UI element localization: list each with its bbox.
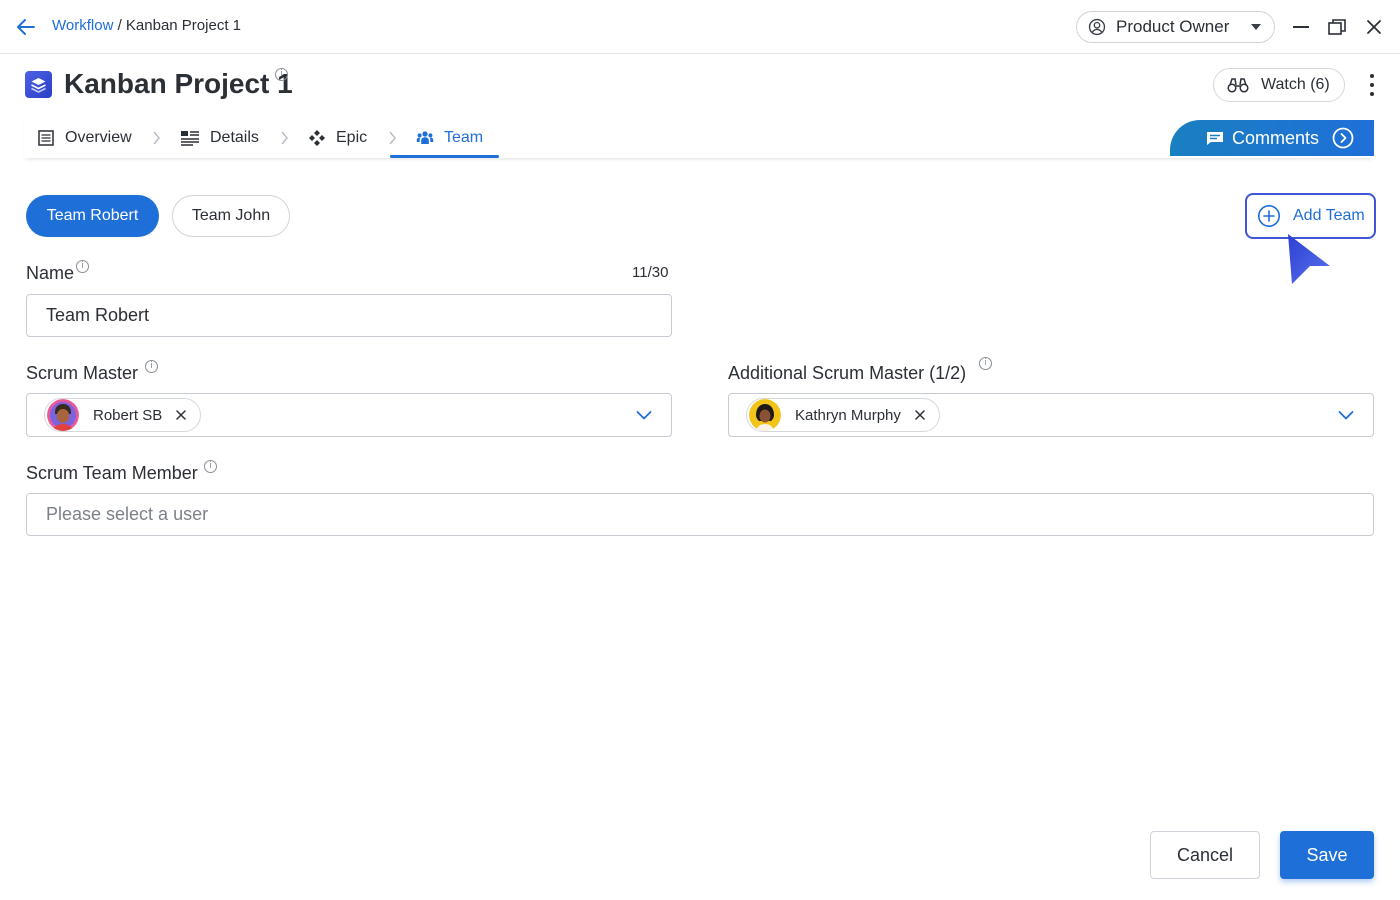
details-icon [181,131,199,146]
comments-button[interactable]: Comments [1170,120,1374,156]
user-chip: Kathryn Murphy [746,398,940,432]
info-icon[interactable]: i [979,357,992,370]
chevron-down-icon [636,411,652,420]
close-icon[interactable] [1363,16,1385,38]
additional-scrum-master-label: Additional Scrum Master (1/2) [728,363,967,383]
role-dropdown[interactable]: Product Owner [1076,11,1275,43]
avatar [749,399,781,431]
chevron-right-icon [153,131,160,145]
name-label: Name [26,263,75,283]
additional-scrum-master-select[interactable]: Kathryn Murphy [728,393,1374,437]
info-icon[interactable]: i [145,360,158,373]
binoculars-icon [1227,78,1249,93]
tab-label: Team [444,129,484,146]
tab-overview[interactable]: Overview [37,118,132,158]
comments-label: Comments [1232,127,1320,148]
remove-icon[interactable] [176,410,186,420]
scrum-master-label: Scrum Master [26,363,139,383]
scrum-team-member-label: Scrum Team Member [26,463,198,483]
tab-label: Overview [65,129,132,146]
scrum-team-member-input[interactable]: Please select a user [26,493,1374,536]
name-input[interactable]: Team Robert [26,294,672,337]
cancel-button[interactable]: Cancel [1150,831,1260,879]
team-pill-john[interactable]: Team John [172,195,290,237]
remove-icon[interactable] [915,410,925,420]
tab-label: Details [210,129,259,146]
info-icon[interactable]: i [275,68,288,81]
watch-button[interactable]: Watch (6) [1213,68,1345,102]
breadcrumb: Workflow / Kanban Project 1 [52,17,241,34]
add-team-label: Add Team [1293,207,1365,224]
chip-name: Robert SB [93,406,163,424]
tab-epic[interactable]: Epic [308,118,367,158]
project-icon [25,71,52,98]
caret-down-icon [1251,24,1261,30]
scrum-master-select[interactable]: Robert SB [26,393,672,437]
user-circle-icon [1088,18,1106,36]
list-icon [38,130,54,146]
tab-details[interactable]: Details [180,118,259,158]
chevron-right-circle-icon [1332,127,1354,149]
breadcrumb-current: Kanban Project 1 [125,17,241,34]
team-icon [416,131,434,144]
avatar [47,399,79,431]
breadcrumb-separator: / [113,17,126,34]
chevron-right-icon [281,131,288,145]
team-pill-robert[interactable]: Team Robert [26,195,159,237]
arrow-left-icon[interactable] [14,15,38,39]
page-title: Kanban Project 1 [64,68,293,99]
kebab-menu-icon[interactable] [1363,72,1381,98]
info-icon[interactable]: i [76,260,89,273]
role-label: Product Owner [1116,17,1230,36]
save-button[interactable]: Save [1280,831,1374,879]
chevron-down-icon [1338,411,1354,420]
chip-name: Kathryn Murphy [795,406,901,424]
breadcrumb-workflow-link[interactable]: Workflow [52,17,113,34]
plus-circle-icon [1258,205,1280,227]
minimize-icon[interactable] [1290,16,1312,38]
tab-team[interactable]: Team [389,118,500,158]
comment-icon [1207,132,1223,145]
watch-label: Watch (6) [1261,76,1330,93]
tab-label: Epic [336,129,368,146]
chevron-right-icon [389,131,396,145]
top-bar: Workflow / Kanban Project 1 Product Owne… [0,0,1400,54]
mouse-cursor-icon [1288,234,1330,284]
char-counter: 11/30 [632,264,669,281]
info-icon[interactable]: i [204,460,217,473]
epic-icon [309,130,325,146]
restore-icon[interactable] [1326,16,1348,38]
user-chip: Robert SB [44,398,202,432]
